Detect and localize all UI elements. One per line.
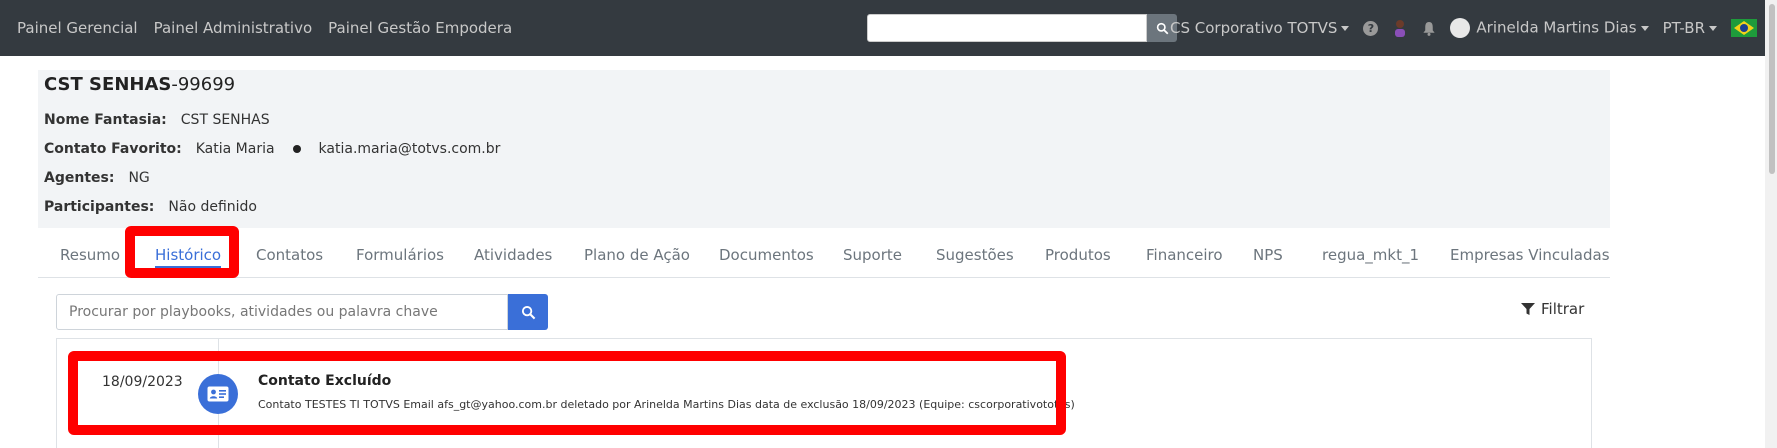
nav-link-painel-gestao-empodera[interactable]: Painel Gestão Empodera bbox=[328, 19, 512, 37]
tab-historico[interactable]: Histórico bbox=[155, 246, 222, 268]
tab-sugestoes[interactable]: Sugestões bbox=[936, 246, 1014, 264]
contato-nome[interactable]: Katia Maria bbox=[196, 141, 275, 157]
nome-fantasia-label: Nome Fantasia: bbox=[44, 112, 167, 128]
nav-link-painel-administrativo[interactable]: Painel Administrativo bbox=[154, 19, 313, 37]
history-search-button[interactable] bbox=[508, 294, 548, 330]
tab-resumo[interactable]: Resumo bbox=[60, 246, 120, 264]
agentes-label: Agentes: bbox=[44, 170, 115, 186]
nav-link-painel-gerencial[interactable]: Painel Gerencial bbox=[17, 19, 138, 37]
flag-globe bbox=[1740, 24, 1748, 32]
global-search-input[interactable] bbox=[867, 14, 1147, 42]
brazil-flag-icon[interactable] bbox=[1731, 19, 1757, 37]
tab-produtos[interactable]: Produtos bbox=[1045, 246, 1111, 264]
filter-label: Filtrar bbox=[1541, 300, 1585, 318]
filter-button[interactable]: Filtrar bbox=[1521, 300, 1584, 318]
tab-suporte[interactable]: Suporte bbox=[843, 246, 902, 264]
top-navbar: Painel Gerencial Painel Administrativo P… bbox=[0, 0, 1777, 56]
entry-date: 18/09/2023 bbox=[102, 374, 183, 390]
filter-icon bbox=[1521, 303, 1535, 315]
contact-card-icon bbox=[198, 374, 238, 414]
account-name: CST SENHAS bbox=[44, 74, 172, 95]
history-search-input[interactable]: Procurar por playbooks, atividades ou pa… bbox=[56, 294, 508, 330]
contato-label: Contato Favorito: bbox=[44, 141, 182, 157]
page-scrollbar[interactable] bbox=[1765, 0, 1777, 448]
tab-formularios[interactable]: Formulários bbox=[356, 246, 444, 264]
tab-documentos[interactable]: Documentos bbox=[719, 246, 814, 264]
search-icon bbox=[1156, 22, 1168, 34]
entry-description: Contato TESTES TI TOTVS Email afs_gt@yah… bbox=[258, 398, 1075, 411]
user-menu[interactable]: Arinelda Martins Dias bbox=[1450, 18, 1648, 38]
participantes-value: Não definido bbox=[168, 199, 257, 215]
user-avatar bbox=[1450, 18, 1471, 38]
nav-right: CS Corporativo TOTVS ? Arinelda Martins … bbox=[1170, 0, 1757, 56]
info-nome-fantasia: Nome Fantasia: CST SENHAS bbox=[44, 112, 270, 128]
nav-links: Painel Gerencial Painel Administrativo P… bbox=[17, 0, 512, 56]
tab-nps[interactable]: NPS bbox=[1253, 246, 1283, 264]
account-tabs: Resumo Histórico Contatos Formulários At… bbox=[38, 236, 1610, 278]
tab-empresas-vinculadas[interactable]: Empresas Vinculadas bbox=[1450, 246, 1610, 264]
participantes-label: Participantes: bbox=[44, 199, 155, 215]
bell-icon[interactable] bbox=[1422, 21, 1436, 36]
history-timeline bbox=[56, 338, 1592, 448]
tab-contatos[interactable]: Contatos bbox=[256, 246, 323, 264]
help-icon[interactable]: ? bbox=[1363, 20, 1379, 36]
avatar-icon[interactable] bbox=[1392, 19, 1408, 37]
agentes-value: NG bbox=[128, 170, 150, 186]
account-title: CST SENHAS-99699 bbox=[44, 74, 235, 95]
scrollbar-thumb[interactable] bbox=[1769, 4, 1775, 174]
tab-financeiro[interactable]: Financeiro bbox=[1146, 246, 1223, 264]
info-agentes: Agentes: NG bbox=[44, 170, 150, 186]
nome-fantasia-value: CST SENHAS bbox=[180, 112, 270, 128]
account-header: CST SENHAS-99699 Nome Fantasia: CST SENHA… bbox=[38, 70, 1610, 228]
history-search: Procurar por playbooks, atividades ou pa… bbox=[56, 294, 548, 330]
info-contato-favorito: Contato Favorito: Katia Maria katia.maria@… bbox=[44, 141, 500, 157]
user-name: Arinelda Martins Dias bbox=[1476, 18, 1637, 37]
account-id: -99699 bbox=[171, 74, 236, 95]
global-search bbox=[867, 14, 1177, 42]
contact-card-glyph bbox=[207, 386, 229, 402]
tab-plano-de-acao[interactable]: Plano de Ação bbox=[584, 246, 690, 264]
tab-regua-mkt-1[interactable]: regua_mkt_1 bbox=[1322, 246, 1419, 264]
search-icon bbox=[521, 305, 535, 319]
separator-dot bbox=[292, 144, 301, 153]
contato-email[interactable]: katia.maria@totvs.com.br bbox=[319, 141, 501, 157]
tab-atividades[interactable]: Atividades bbox=[474, 246, 552, 264]
language-dropdown[interactable]: PT-BR bbox=[1663, 19, 1717, 37]
entry-title[interactable]: Contato Excluído bbox=[258, 373, 391, 389]
info-participantes: Participantes: Não definido bbox=[44, 199, 257, 215]
workspace-dropdown[interactable]: CS Corporativo TOTVS bbox=[1170, 19, 1349, 37]
